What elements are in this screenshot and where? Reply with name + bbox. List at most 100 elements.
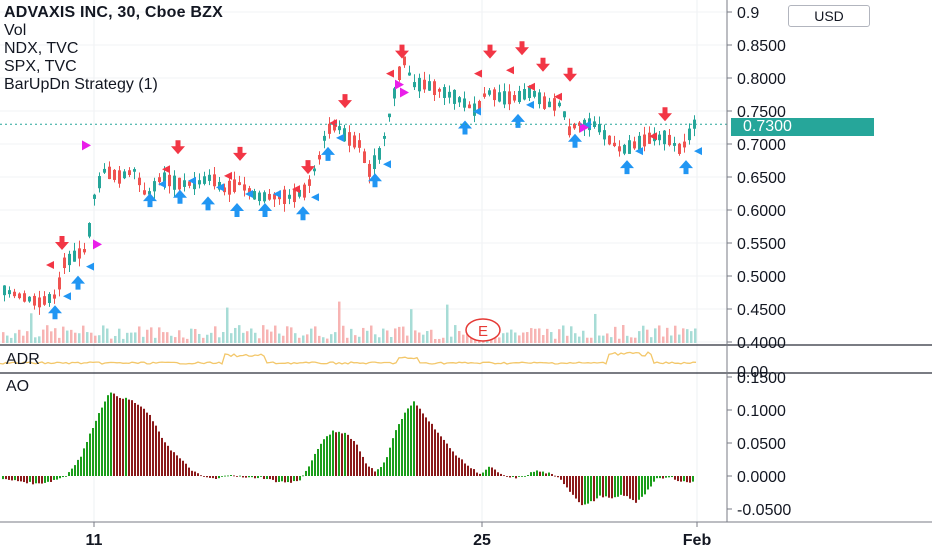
ao-bar <box>230 475 232 476</box>
volume-bar <box>250 328 253 343</box>
ao-bar <box>20 476 22 482</box>
candle-body <box>363 151 366 163</box>
volume-bar <box>206 334 209 343</box>
ao-axis-label: 0.0000 <box>737 469 786 486</box>
volume-bar <box>330 334 333 343</box>
volume-bar <box>166 332 169 343</box>
ao-bar <box>323 439 325 476</box>
price-axis-label: 0.7000 <box>737 137 786 154</box>
candle-body <box>208 174 211 181</box>
ao-axis-label: 0.1500 <box>737 370 786 387</box>
volume-bar <box>446 304 449 343</box>
ao-bar <box>635 476 637 503</box>
candle-body <box>428 81 431 91</box>
volume-bar <box>310 328 313 343</box>
ao-bar <box>23 476 25 483</box>
ao-bar <box>17 476 19 482</box>
volume-bar <box>150 327 153 343</box>
candle-body <box>598 124 601 133</box>
ao-bar <box>194 471 196 476</box>
candle-body <box>23 293 26 302</box>
ao-bar <box>521 476 523 477</box>
volume-bars <box>2 301 697 343</box>
volume-bar <box>458 331 461 343</box>
ao-bar <box>101 407 103 476</box>
volume-bar <box>666 327 669 343</box>
ao-bar <box>317 448 319 476</box>
ao-pane-label[interactable]: AO <box>6 378 29 396</box>
candle-body <box>138 177 141 186</box>
candle-body <box>443 87 446 98</box>
ao-bar <box>107 395 109 476</box>
ao-bar <box>236 476 238 477</box>
volume-bar <box>34 337 37 343</box>
volume-bar <box>534 328 537 343</box>
currency-button[interactable]: USD <box>788 5 870 27</box>
legend-vol[interactable]: Vol <box>4 22 223 40</box>
price-axis-label: 0.6000 <box>737 203 786 220</box>
volume-bar <box>242 332 245 343</box>
candle-body <box>258 192 261 202</box>
buy-entry-marker <box>311 193 319 202</box>
candle-body <box>533 90 536 97</box>
candle-body <box>373 155 376 170</box>
volume-bar <box>630 337 633 343</box>
ao-bar <box>227 475 229 477</box>
volume-bar <box>646 329 649 343</box>
ao-bar <box>290 476 292 483</box>
volume-bar <box>538 328 541 343</box>
candle-body <box>368 163 371 177</box>
ao-bar <box>302 475 304 477</box>
ao-bar <box>413 401 415 476</box>
candle-body <box>28 296 31 302</box>
ao-bar <box>575 476 577 499</box>
volume-bar <box>102 325 105 343</box>
volume-bar <box>54 328 57 343</box>
legend-ndx[interactable]: NDX, TVC <box>4 40 223 58</box>
volume-bar <box>110 338 113 343</box>
ao-bar <box>569 476 571 492</box>
ao-bar <box>416 405 418 476</box>
candle-body <box>378 148 381 160</box>
adr-series-line <box>0 351 697 365</box>
candle-body <box>673 143 676 146</box>
ao-bar <box>485 469 487 476</box>
ao-bar <box>311 460 313 476</box>
candle-body <box>568 126 571 136</box>
ao-bar <box>278 476 280 482</box>
candle-body <box>468 104 471 109</box>
volume-bar <box>562 325 565 343</box>
volume-bar <box>174 337 177 343</box>
volume-bar <box>574 333 577 343</box>
volume-bar <box>270 331 273 343</box>
candle-body <box>453 89 456 104</box>
ao-bar <box>272 476 274 480</box>
symbol-title[interactable]: ADVAXIS INC, 30, Cboe BZX <box>4 4 223 22</box>
candle-body <box>503 91 506 105</box>
ao-bar <box>440 436 442 476</box>
volume-bar <box>674 325 677 343</box>
ao-bar <box>218 476 220 479</box>
buy-entry-marker <box>526 100 534 109</box>
volume-bar <box>30 313 33 343</box>
legend-strategy[interactable]: BarUpDn Strategy (1) <box>4 76 223 94</box>
volume-bar <box>38 336 41 343</box>
volume-bar <box>518 335 521 343</box>
candle-body <box>393 88 396 99</box>
candle-body <box>683 141 686 148</box>
candle-body <box>553 98 556 111</box>
ao-bar <box>5 476 7 480</box>
volume-bar <box>58 337 61 343</box>
ao-bar <box>224 475 226 477</box>
volume-bar <box>222 332 225 343</box>
candle-body <box>458 97 461 103</box>
sell-signal-arrow <box>301 160 315 175</box>
ao-bar <box>53 476 55 480</box>
volume-bar <box>182 337 185 343</box>
adr-pane-label[interactable]: ADR <box>6 351 40 369</box>
ao-bar <box>35 476 37 484</box>
ao-bar <box>590 476 592 502</box>
legend-spx[interactable]: SPX, TVC <box>4 58 223 76</box>
candle-body <box>168 174 171 187</box>
volume-bar <box>426 331 429 343</box>
